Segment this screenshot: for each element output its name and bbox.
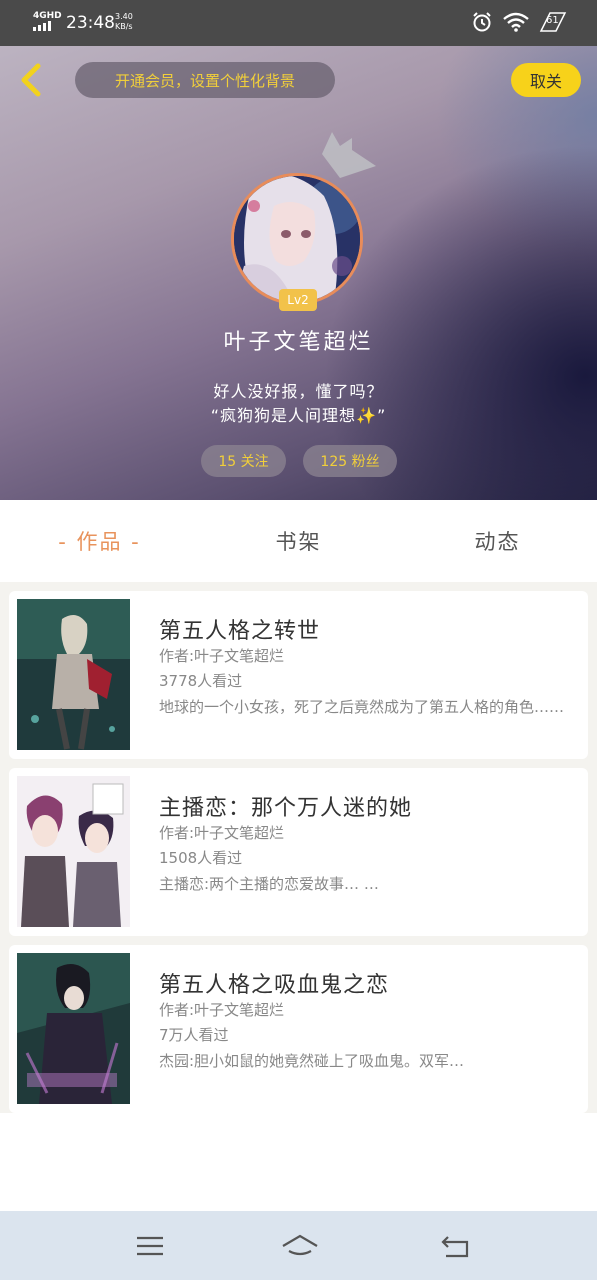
avatar[interactable] xyxy=(231,173,363,305)
list-item[interactable]: 第五人格之转世 作者:叶子文笔超烂 3778人看过 地球的一个小女孩，死了之后竟… xyxy=(9,591,588,759)
list-item[interactable]: 第五人格之吸血鬼之恋 作者:叶子文笔超烂 7万人看过 杰园:胆小如鼠的她竟然碰上… xyxy=(9,945,588,1113)
username: 叶子文笔超烂 xyxy=(223,330,374,355)
work-author: 作者:叶子文笔超烂 xyxy=(159,824,285,842)
home-icon[interactable] xyxy=(280,1231,320,1261)
works-list: 第五人格之转世 作者:叶子文笔超烂 3778人看过 地球的一个小女孩，死了之后竟… xyxy=(9,591,588,1122)
back-button[interactable] xyxy=(14,60,50,100)
empty-area xyxy=(0,1113,597,1211)
battery-icon: 61 xyxy=(539,12,567,32)
tab-active-dash-right: - xyxy=(122,530,141,554)
tab-works-label: 作品 xyxy=(76,530,123,554)
wifi-icon xyxy=(503,12,529,32)
alarm-icon xyxy=(473,12,491,32)
profile-tabs: - 作品 - 书架 动态 xyxy=(0,500,597,582)
tab-works[interactable]: - 作品 - xyxy=(0,526,199,556)
system-nav-bar xyxy=(0,1211,597,1280)
status-bar: 4GHD 23:48 3.40 KB/s 61 xyxy=(0,0,597,46)
profile-header: 开通会员，设置个性化背景 取关 Lv2 叶子文笔超烂 好人没好报，懂了吗？ “疯… xyxy=(0,46,597,500)
tab-activity[interactable]: 动态 xyxy=(398,526,597,556)
book-cover xyxy=(17,599,130,750)
list-item[interactable]: 主播恋：那个万人迷的她 作者:叶子文笔超烂 1508人看过 主播恋:两个主播的恋… xyxy=(9,768,588,936)
net-speed-unit: KB/s xyxy=(115,22,133,31)
work-title: 第五人格之吸血鬼之恋 xyxy=(159,973,390,998)
book-cover xyxy=(17,953,130,1104)
network-type: 4GHD xyxy=(33,11,62,21)
book-cover xyxy=(17,776,130,927)
following-count[interactable]: 15 关注 xyxy=(201,445,286,477)
level-badge: Lv2 xyxy=(279,289,317,311)
bio-line-2: “疯狗狗是人间理想✨” xyxy=(210,406,387,425)
back-nav-icon[interactable] xyxy=(438,1231,472,1261)
work-author: 作者:叶子文笔超烂 xyxy=(159,647,285,665)
bio-line-1: 好人没好报，懂了吗？ xyxy=(213,382,384,401)
work-views: 3778人看过 xyxy=(159,672,243,690)
crown-icon xyxy=(322,132,376,178)
tab-bookshelf[interactable]: 书架 xyxy=(199,526,398,556)
signal-icon xyxy=(33,21,51,31)
net-speed: 3.40 KB/s xyxy=(115,12,133,32)
work-author: 作者:叶子文笔超烂 xyxy=(159,1001,285,1019)
clock: 23:48 xyxy=(66,13,115,33)
net-speed-value: 3.40 xyxy=(115,12,133,21)
battery-level: 61 xyxy=(546,15,559,26)
fans-count[interactable]: 125 粉丝 xyxy=(303,445,397,477)
work-description: 主播恋:两个主播的恋爱故事… … xyxy=(159,875,379,893)
unfollow-button[interactable]: 取关 xyxy=(511,63,581,97)
tab-active-dash-left: - xyxy=(58,530,77,554)
work-title: 主播恋：那个万人迷的她 xyxy=(159,796,413,821)
work-title: 第五人格之转世 xyxy=(159,619,321,644)
work-description: 地球的一个小女孩，死了之后竟然成为了第五人格的角色…… xyxy=(159,698,565,716)
work-description: 杰园:胆小如鼠的她竟然碰上了吸血鬼。双军… xyxy=(159,1052,465,1070)
vip-banner[interactable]: 开通会员，设置个性化背景 xyxy=(75,62,335,98)
menu-icon[interactable] xyxy=(133,1231,167,1261)
work-views: 1508人看过 xyxy=(159,849,243,867)
work-views: 7万人看过 xyxy=(159,1026,229,1044)
